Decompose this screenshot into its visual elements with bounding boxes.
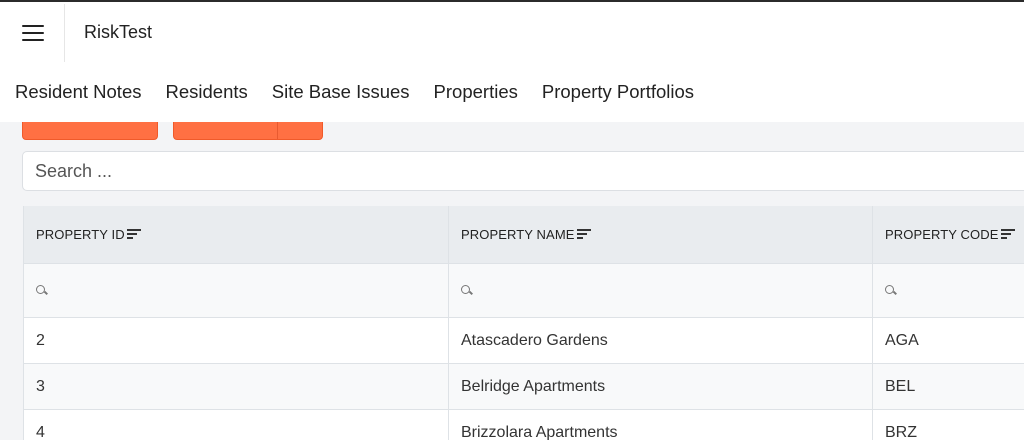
table-row[interactable]: 3 Belridge Apartments BEL: [24, 364, 1024, 410]
primary-action-button[interactable]: [22, 122, 158, 140]
column-header-property-name[interactable]: PROPERTY NAME: [449, 206, 873, 264]
nav-item-site-base-issues[interactable]: Site Base Issues: [260, 72, 422, 114]
table-row[interactable]: 2 Atascadero Gardens AGA: [24, 318, 1024, 364]
column-header-label: PROPERTY NAME: [461, 227, 575, 242]
column-header-property-code[interactable]: PROPERTY CODE: [873, 206, 1024, 264]
main-nav: Resident Notes Residents Site Base Issue…: [0, 72, 1024, 114]
sort-icon[interactable]: [576, 228, 591, 239]
column-header-label: PROPERTY CODE: [885, 227, 999, 242]
nav-item-residents[interactable]: Residents: [153, 72, 259, 114]
cell-property-name: Brizzolara Apartments: [449, 410, 873, 440]
table-row[interactable]: 4 Brizzolara Apartments BRZ: [24, 410, 1024, 440]
cell-property-code: BRZ: [873, 410, 1024, 440]
cell-property-code: AGA: [873, 318, 1024, 364]
split-action-button[interactable]: [173, 122, 278, 140]
column-header-label: PROPERTY ID: [36, 227, 125, 242]
cell-property-id: 2: [24, 318, 449, 364]
filter-cell-property-code[interactable]: [873, 264, 1024, 318]
cell-property-name: Belridge Apartments: [449, 364, 873, 410]
properties-table: PROPERTY ID PROPERTY NAME PROPERTY CODE …: [23, 206, 1024, 440]
sort-icon[interactable]: [1000, 228, 1015, 239]
header-divider: [64, 4, 65, 62]
table-header-row: PROPERTY ID PROPERTY NAME PROPERTY CODE: [24, 206, 1024, 264]
search-icon: [885, 284, 897, 297]
nav-item-resident-notes[interactable]: Resident Notes: [0, 72, 153, 114]
search-box: [22, 151, 1024, 191]
search-icon: [36, 284, 48, 297]
filter-cell-property-name[interactable]: [449, 264, 873, 318]
content-area: PROPERTY ID PROPERTY NAME PROPERTY CODE …: [0, 122, 1024, 440]
nav-item-properties[interactable]: Properties: [422, 72, 530, 114]
cell-property-id: 3: [24, 364, 449, 410]
cell-property-name: Atascadero Gardens: [449, 318, 873, 364]
table-filter-row: [24, 264, 1024, 318]
sort-icon[interactable]: [126, 228, 141, 239]
hamburger-menu-icon[interactable]: [22, 25, 44, 41]
app-header: RiskTest: [0, 2, 1024, 62]
split-action-dropdown-button[interactable]: [277, 122, 323, 140]
cell-property-code: BEL: [873, 364, 1024, 410]
search-input[interactable]: [23, 152, 1024, 190]
search-icon: [461, 284, 473, 297]
app-title: RiskTest: [84, 22, 153, 42]
nav-item-property-portfolios[interactable]: Property Portfolios: [530, 72, 706, 114]
column-header-property-id[interactable]: PROPERTY ID: [24, 206, 449, 264]
filter-cell-property-id[interactable]: [24, 264, 449, 318]
cell-property-id: 4: [24, 410, 449, 440]
